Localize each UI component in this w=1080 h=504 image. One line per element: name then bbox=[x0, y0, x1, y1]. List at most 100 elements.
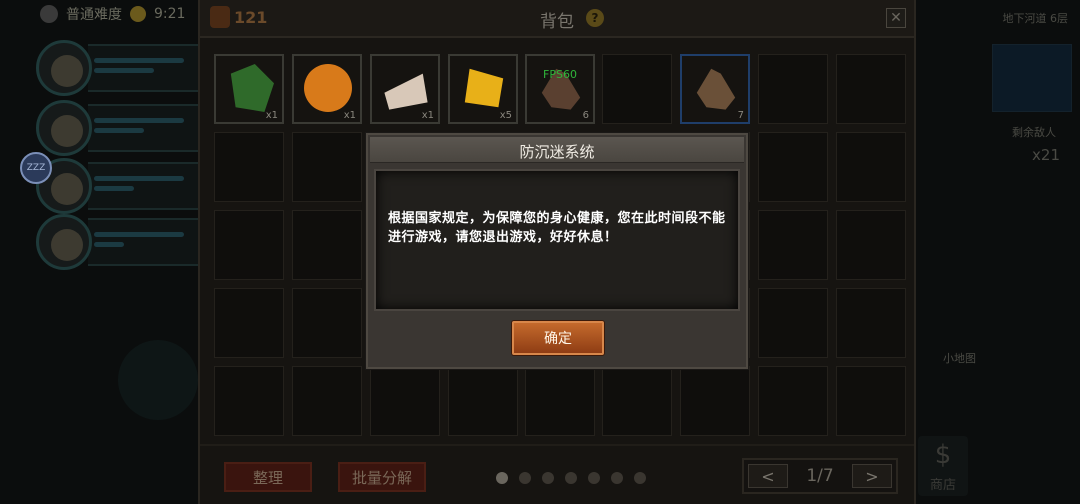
minimap[interactable] bbox=[992, 44, 1072, 112]
inventory-slot[interactable]: x1 bbox=[370, 54, 440, 124]
dialog-body: 根据国家规定，为保障您的身心健康，您在此时间段不能进行游戏，请您退出游戏，好好休… bbox=[374, 169, 740, 311]
hero-hp-bar bbox=[94, 118, 184, 123]
help-icon[interactable]: ? bbox=[586, 9, 604, 27]
inventory-slot[interactable] bbox=[758, 366, 828, 436]
sort-button[interactable]: 整理 bbox=[224, 462, 312, 492]
item-quantity: x1 bbox=[265, 110, 278, 121]
pagination: < 1/7 > bbox=[742, 458, 898, 494]
hero-mp-bar bbox=[94, 68, 154, 73]
difficulty-icon bbox=[40, 5, 58, 23]
inventory-slot[interactable] bbox=[836, 288, 906, 358]
page-dot[interactable] bbox=[565, 472, 577, 484]
hero-mp-bar bbox=[94, 128, 144, 133]
batch-decompose-button[interactable]: 批量分解 bbox=[338, 462, 426, 492]
inventory-slot[interactable] bbox=[680, 366, 750, 436]
hero-slot-4[interactable] bbox=[36, 214, 228, 270]
cake-slice-item-icon bbox=[384, 73, 428, 110]
inventory-slot[interactable] bbox=[836, 54, 906, 124]
next-page-button[interactable]: > bbox=[852, 464, 892, 488]
inventory-slot[interactable]: 7 bbox=[680, 54, 750, 124]
enemies-count: x21 bbox=[1032, 146, 1060, 164]
page-indicator bbox=[496, 472, 646, 484]
pumpkin-item-icon bbox=[304, 64, 352, 112]
dollar-icon: $ bbox=[934, 439, 952, 470]
page-dot[interactable] bbox=[542, 472, 554, 484]
shop-label: 商店 bbox=[929, 477, 956, 493]
dialog-header: 防沉迷系统 bbox=[370, 137, 744, 163]
page-dot[interactable] bbox=[588, 472, 600, 484]
inventory-slot[interactable] bbox=[525, 366, 595, 436]
inventory-slot[interactable]: x1 bbox=[214, 54, 284, 124]
hero-portrait bbox=[51, 173, 83, 205]
item-quantity: x1 bbox=[421, 110, 434, 121]
hero-slot-3[interactable] bbox=[36, 158, 228, 214]
inventory-slot[interactable] bbox=[214, 288, 284, 358]
hero-slot-2[interactable] bbox=[36, 100, 228, 156]
hero-portrait bbox=[51, 229, 83, 261]
close-button[interactable]: ✕ bbox=[886, 8, 906, 28]
anti-addiction-dialog: 防沉迷系统 根据国家规定，为保障您的身心健康，您在此时间段不能进行游戏，请您退出… bbox=[366, 133, 748, 369]
inventory-slot[interactable] bbox=[214, 210, 284, 280]
item-quantity: 6 bbox=[582, 110, 589, 121]
hero-portrait bbox=[51, 115, 83, 147]
inventory-slot[interactable] bbox=[214, 132, 284, 202]
difficulty-bar: 普通难度 9:21 bbox=[40, 2, 185, 26]
dialog-title: 防沉迷系统 bbox=[519, 143, 595, 161]
clock-icon bbox=[130, 6, 146, 22]
fps-overlay-text: FPS60 bbox=[543, 68, 577, 81]
inventory-slot[interactable] bbox=[758, 54, 828, 124]
green-cloak-item-icon bbox=[230, 64, 274, 112]
inventory-slot[interactable] bbox=[602, 54, 672, 124]
enemies-label: 剩余敌人 bbox=[1012, 126, 1056, 139]
backpack-title: 背包 bbox=[540, 12, 574, 32]
inventory-slot[interactable] bbox=[758, 210, 828, 280]
inventory-slot[interactable] bbox=[292, 366, 362, 436]
right-hud: 地下河道 6层 剩余敌人 x21 小地图 $ 商店 bbox=[915, 0, 1080, 504]
inventory-slot[interactable] bbox=[836, 132, 906, 202]
minimap-side-label: 小地图 bbox=[943, 352, 976, 365]
hero-portrait bbox=[51, 55, 83, 87]
inventory-slot[interactable]: x1 bbox=[292, 54, 362, 124]
item-quantity: 7 bbox=[737, 110, 744, 121]
hero-avatar-ring bbox=[36, 40, 92, 96]
inventory-slot[interactable] bbox=[370, 366, 440, 436]
sleep-status-badge[interactable]: ZZZ bbox=[20, 152, 52, 184]
page-dot[interactable] bbox=[519, 472, 531, 484]
inventory-slot[interactable]: x5 bbox=[448, 54, 518, 124]
cheese-item-icon bbox=[464, 68, 504, 108]
shop-button[interactable]: $ 商店 bbox=[918, 436, 968, 496]
inventory-slot[interactable] bbox=[758, 132, 828, 202]
hero-slot-1[interactable] bbox=[36, 40, 228, 96]
floor-label: 地下河道 6层 bbox=[1002, 12, 1069, 25]
timer-text: 9:21 bbox=[154, 6, 186, 22]
hero-hp-bar bbox=[94, 176, 184, 181]
left-hud: 普通难度 9:21 ZZZ bbox=[0, 0, 228, 504]
inventory-slot[interactable] bbox=[602, 366, 672, 436]
confirm-button[interactable]: 确定 bbox=[512, 321, 604, 355]
inventory-slot[interactable] bbox=[214, 366, 284, 436]
virtual-joystick[interactable] bbox=[118, 340, 198, 420]
hero-avatar-ring bbox=[36, 214, 92, 270]
tree-branch-item-icon bbox=[696, 68, 736, 110]
inventory-slot[interactable] bbox=[836, 366, 906, 436]
inventory-slot[interactable] bbox=[292, 210, 362, 280]
difficulty-label: 普通难度 bbox=[66, 7, 122, 23]
hero-mp-bar bbox=[94, 186, 134, 191]
inventory-slot[interactable]: FPS60 6 bbox=[525, 54, 595, 124]
backpack-footer: 整理 批量分解 < 1/7 > bbox=[200, 444, 914, 504]
inventory-slot[interactable] bbox=[758, 288, 828, 358]
item-quantity: x5 bbox=[499, 110, 512, 121]
inventory-slot[interactable] bbox=[448, 366, 518, 436]
hero-hp-bar bbox=[94, 232, 184, 237]
page-dot[interactable] bbox=[496, 472, 508, 484]
hero-avatar-ring bbox=[36, 100, 92, 156]
inventory-slot[interactable] bbox=[292, 132, 362, 202]
backpack-header: 121 背包 ? ✕ bbox=[200, 0, 914, 38]
page-dot[interactable] bbox=[634, 472, 646, 484]
dialog-message: 根据国家规定，为保障您的身心健康，您在此时间段不能进行游戏，请您退出游戏，好好休… bbox=[388, 211, 726, 245]
page-dot[interactable] bbox=[611, 472, 623, 484]
hero-mp-bar bbox=[94, 242, 124, 247]
hero-hp-bar bbox=[94, 58, 184, 63]
inventory-slot[interactable] bbox=[292, 288, 362, 358]
inventory-slot[interactable] bbox=[836, 210, 906, 280]
